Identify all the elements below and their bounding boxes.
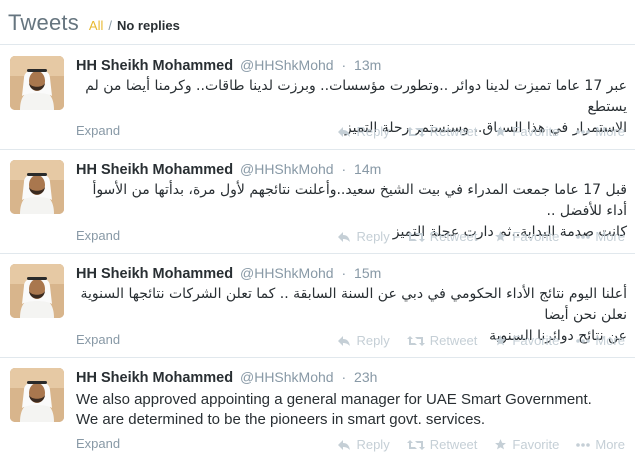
- reply-label: Reply: [356, 333, 390, 348]
- filter-separator: /: [108, 18, 112, 33]
- avatar[interactable]: [10, 264, 64, 318]
- filter-no-replies-link[interactable]: No replies: [117, 18, 180, 33]
- tweet-timestamp[interactable]: 15m: [354, 265, 381, 281]
- retweet-icon: [406, 231, 425, 243]
- retweet-icon: [406, 335, 425, 347]
- favorite-button[interactable]: Favorite: [494, 333, 559, 348]
- more-button[interactable]: More: [576, 333, 625, 348]
- reply-button[interactable]: Reply: [337, 229, 390, 244]
- retweet-label: Retweet: [429, 124, 478, 139]
- avatar[interactable]: [10, 56, 64, 110]
- reply-icon: [337, 439, 351, 451]
- separator-dot: ·: [341, 161, 347, 177]
- separator-dot: ·: [341, 265, 347, 281]
- separator-dot: ·: [341, 369, 347, 385]
- more-label: More: [595, 333, 625, 348]
- expand-link[interactable]: Expand: [76, 228, 120, 243]
- tweet-item[interactable]: HH Sheikh Mohammed @HHShkMohd · 23h We a…: [0, 358, 635, 456]
- tweet-header: HH Sheikh Mohammed @HHShkMohd · 13m: [76, 57, 381, 74]
- retweet-button[interactable]: Retweet: [406, 229, 478, 244]
- favorite-button[interactable]: Favorite: [494, 124, 559, 139]
- reply-icon: [337, 126, 351, 138]
- favorite-icon: [494, 334, 507, 347]
- more-icon: [576, 338, 591, 343]
- retweet-icon: [406, 126, 425, 138]
- tweet-text-line: أعلنا اليوم نتائج الأداء الحكومي في دبي …: [80, 286, 627, 323]
- reply-label: Reply: [356, 229, 390, 244]
- tweet-text-line: قبل 17 عاما جمعت المدراء في بيت الشيخ سع…: [92, 182, 627, 219]
- more-label: More: [595, 229, 625, 244]
- favorite-icon: [494, 438, 507, 451]
- author-username[interactable]: @HHShkMohd: [240, 57, 334, 73]
- more-icon: [576, 442, 591, 447]
- tweet-timestamp[interactable]: 14m: [354, 161, 381, 177]
- expand-link[interactable]: Expand: [76, 123, 120, 138]
- tweet-text-line: We are determined to be the pioneers in …: [76, 411, 486, 428]
- reply-button[interactable]: Reply: [337, 437, 390, 452]
- expand-link[interactable]: Expand: [76, 436, 120, 451]
- retweet-icon: [406, 439, 425, 451]
- tweet-header: HH Sheikh Mohammed @HHShkMohd · 15m: [76, 265, 381, 282]
- reply-button[interactable]: Reply: [337, 333, 390, 348]
- more-icon: [576, 234, 591, 239]
- retweet-button[interactable]: Retweet: [406, 437, 478, 452]
- retweet-label: Retweet: [429, 437, 478, 452]
- author-fullname[interactable]: HH Sheikh Mohammed: [76, 370, 233, 386]
- favorite-label: Favorite: [512, 437, 560, 452]
- retweet-label: Retweet: [429, 229, 478, 244]
- favorite-label: Favorite: [512, 333, 560, 348]
- more-button[interactable]: More: [576, 229, 625, 244]
- reply-label: Reply: [356, 437, 390, 452]
- more-button[interactable]: More: [576, 124, 625, 139]
- author-username[interactable]: @HHShkMohd: [240, 369, 334, 385]
- tweet-header: HH Sheikh Mohammed @HHShkMohd · 23h: [76, 369, 377, 386]
- retweet-button[interactable]: Retweet: [406, 124, 478, 139]
- tweet-actions: Reply Retweet Favorite More: [337, 333, 625, 348]
- favorite-label: Favorite: [512, 124, 560, 139]
- favorite-label: Favorite: [512, 229, 560, 244]
- tweet-item[interactable]: HH Sheikh Mohammed @HHShkMohd · 15m أعلن…: [0, 254, 635, 358]
- reply-icon: [337, 335, 351, 347]
- more-button[interactable]: More: [576, 437, 625, 452]
- tweet-text-line: We also approved appointing a general ma…: [76, 391, 592, 408]
- tweet-text-line: عبر 17 عاما تميزت لدينا دوائر ..وتطورت م…: [85, 78, 627, 115]
- reply-icon: [337, 231, 351, 243]
- tweet-header: HH Sheikh Mohammed @HHShkMohd · 14m: [76, 161, 381, 178]
- author-fullname[interactable]: HH Sheikh Mohammed: [76, 58, 233, 74]
- favorite-icon: [494, 230, 507, 243]
- more-label: More: [595, 437, 625, 452]
- reply-button[interactable]: Reply: [337, 124, 390, 139]
- avatar[interactable]: [10, 368, 64, 422]
- more-label: More: [595, 124, 625, 139]
- tweet-timestamp[interactable]: 13m: [354, 57, 381, 73]
- expand-link[interactable]: Expand: [76, 332, 120, 347]
- retweet-label: Retweet: [429, 333, 478, 348]
- tweet-actions: Reply Retweet Favorite More: [337, 229, 625, 244]
- tweet-actions: Reply Retweet Favorite More: [337, 124, 625, 139]
- filter-all-link[interactable]: All: [89, 18, 103, 33]
- author-username[interactable]: @HHShkMohd: [240, 161, 334, 177]
- tweet-timestamp[interactable]: 23h: [354, 369, 377, 385]
- reply-label: Reply: [356, 124, 390, 139]
- favorite-button[interactable]: Favorite: [494, 437, 559, 452]
- author-fullname[interactable]: HH Sheikh Mohammed: [76, 266, 233, 282]
- author-fullname[interactable]: HH Sheikh Mohammed: [76, 162, 233, 178]
- favorite-button[interactable]: Favorite: [494, 229, 559, 244]
- favorite-icon: [494, 125, 507, 138]
- tweet-filter: All / No replies: [89, 18, 180, 33]
- tweet-actions: Reply Retweet Favorite More: [337, 437, 625, 452]
- separator-dot: ·: [341, 57, 347, 73]
- tweet-text: We also approved appointing a general ma…: [76, 390, 627, 430]
- page-title: Tweets: [8, 10, 79, 35]
- avatar[interactable]: [10, 160, 64, 214]
- tweets-header: Tweets All / No replies: [0, 0, 635, 45]
- author-username[interactable]: @HHShkMohd: [240, 265, 334, 281]
- retweet-button[interactable]: Retweet: [406, 333, 478, 348]
- tweet-item[interactable]: HH Sheikh Mohammed @HHShkMohd · 14m قبل …: [0, 150, 635, 254]
- tweet-item[interactable]: HH Sheikh Mohammed @HHShkMohd · 13m عبر …: [0, 46, 635, 150]
- more-icon: [576, 129, 591, 134]
